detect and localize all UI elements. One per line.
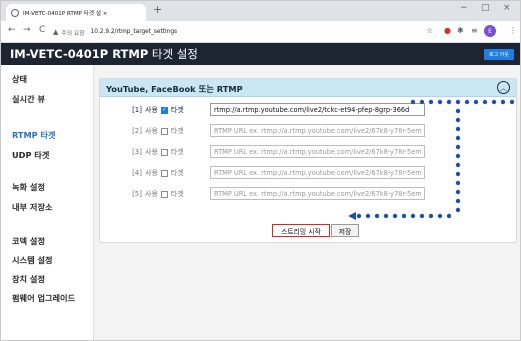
target-label: 타겟: [170, 148, 184, 156]
close-window-button[interactable]: ×: [503, 3, 511, 13]
start-streaming-button[interactable]: 스트리밍 시작: [272, 224, 330, 237]
url-text: 10.2.9.2/rtmp_target_settings: [90, 29, 178, 35]
star-icon[interactable]: ☆: [426, 26, 433, 35]
sidebar-item-firmware[interactable]: 펌웨어 업그레이드: [12, 292, 75, 304]
target-label: 타겟: [170, 169, 184, 177]
target-row-3: [3] 사용 타겟 RTMP URL ex. rtmp://a.rtmp.you…: [124, 145, 425, 159]
tab-title: IM-VETC-0401P RTMP 타겟 설 ×: [23, 10, 108, 17]
sidebar-item-udp-target[interactable]: UDP 타겟: [12, 149, 49, 161]
sidebar-item-codec[interactable]: 코덱 설정: [12, 235, 45, 247]
use-checkbox-3[interactable]: [160, 148, 168, 156]
url-omnibox[interactable]: ▲ 주의 요함 10.2.9.2/rtmp_target_settings: [53, 25, 433, 39]
use-checkbox-4[interactable]: [160, 169, 168, 177]
use-checkbox-2[interactable]: [160, 127, 168, 135]
row-index: [3]: [132, 148, 142, 156]
page-title: IM-VETC-0401P RTMP 타겟 설정: [10, 46, 198, 62]
sidebar-item-status[interactable]: 상태: [12, 73, 27, 85]
use-checkbox-1[interactable]: ✓: [160, 106, 168, 114]
browser-tab[interactable]: IM-VETC-0401P RTMP 타겟 설 ×: [6, 4, 146, 21]
forward-button[interactable]: →: [23, 25, 31, 35]
rtmp-target-panel: YouTube, FaceBook 또는 RTMP ︿ [1] 사용 ✓ 타겟 …: [99, 78, 517, 243]
more-menu-icon[interactable]: ⋮: [509, 26, 517, 35]
target-row-5: [5] 사용 타겟 RTMP URL ex. rtmp://a.rtmp.you…: [124, 187, 425, 201]
warning-icon: ▲: [53, 28, 59, 36]
panel-title: YouTube, FaceBook 또는 RTMP: [106, 84, 243, 94]
target-url-input-3[interactable]: RTMP URL ex. rtmp://a.rtmp.youtube.com/l…: [210, 145, 425, 158]
sidebar-item-system[interactable]: 시스템 설정: [12, 254, 53, 266]
address-bar: ← → C ▲ 주의 요함 10.2.9.2/rtmp_target_setti…: [1, 21, 520, 43]
target-label: 타겟: [170, 106, 184, 114]
target-label: 타겟: [170, 127, 184, 135]
save-button[interactable]: 저장: [331, 224, 359, 237]
profile-avatar[interactable]: E: [484, 25, 496, 37]
target-row-1: [1] 사용 ✓ 타겟 rtmp://a.rtmp.youtube.com/li…: [124, 103, 425, 117]
reload-button[interactable]: C: [39, 25, 45, 35]
target-url-input-1[interactable]: rtmp://a.rtmp.youtube.com/live2/tckc-et9…: [210, 103, 425, 116]
use-label: 사용: [145, 190, 158, 198]
title-rtmp: RTMP: [112, 47, 149, 61]
maximize-button[interactable]: □: [481, 3, 490, 13]
panel-header: YouTube, FaceBook 또는 RTMP ︿: [100, 79, 516, 97]
row-index: [1]: [132, 106, 142, 114]
target-row-4: [4] 사용 타겟 RTMP URL ex. rtmp://a.rtmp.you…: [124, 166, 425, 180]
row-index: [4]: [132, 169, 142, 177]
minimize-button[interactable]: −: [460, 3, 468, 13]
tab-strip: IM-VETC-0401P RTMP 타겟 설 × + − □ ×: [1, 1, 520, 21]
target-url-input-4[interactable]: RTMP URL ex. rtmp://a.rtmp.youtube.com/l…: [210, 166, 425, 179]
back-button[interactable]: ←: [8, 25, 16, 35]
target-url-input-2[interactable]: RTMP URL ex. rtmp://a.rtmp.youtube.com/l…: [210, 124, 425, 137]
target-url-input-5[interactable]: RTMP URL ex. rtmp://a.rtmp.youtube.com/l…: [210, 187, 425, 200]
sidebar-item-storage[interactable]: 내부 저장소: [12, 201, 53, 213]
target-label: 타겟: [170, 190, 184, 198]
use-label: 사용: [145, 127, 158, 135]
sidebar-item-live-view[interactable]: 실시간 뷰: [12, 93, 45, 105]
title-device: IM-VETC-0401P: [10, 47, 113, 61]
row-index: [5]: [132, 190, 142, 198]
sidebar-item-recording[interactable]: 녹화 설정: [12, 181, 45, 193]
target-row-2: [2] 사용 타겟 RTMP URL ex. rtmp://a.rtmp.you…: [124, 124, 425, 138]
row-index: [2]: [132, 127, 142, 135]
app-header: IM-VETC-0401P RTMP 타겟 설정: [1, 43, 520, 65]
use-label: 사용: [145, 106, 158, 114]
use-label: 사용: [145, 169, 158, 177]
sidebar: 상태 실시간 뷰 RTMP 타겟 UDP 타겟 녹화 설정 내부 저장소 코덱 …: [1, 65, 94, 340]
extensions-puzzle-icon[interactable]: ✱: [457, 26, 464, 35]
use-checkbox-5[interactable]: [160, 190, 168, 198]
chevron-up-icon[interactable]: ︿: [497, 81, 510, 94]
new-tab-button[interactable]: +: [153, 3, 162, 16]
sidebar-item-device[interactable]: 장치 설정: [12, 273, 45, 285]
title-suffix: 타겟 설정: [148, 47, 198, 61]
logout-button[interactable]: 로그 아웃: [484, 49, 514, 60]
globe-icon: [11, 8, 19, 17]
browser-window: IM-VETC-0401P RTMP 타겟 설 × + − □ × ← → C …: [0, 0, 521, 341]
extension-record-icon[interactable]: ●: [444, 26, 451, 35]
use-label: 사용: [145, 148, 158, 156]
main-content: YouTube, FaceBook 또는 RTMP ︿ [1] 사용 ✓ 타겟 …: [94, 65, 520, 340]
not-secure-label: 주의 요함: [61, 30, 85, 37]
reading-list-icon[interactable]: ≡: [471, 26, 478, 35]
sidebar-item-rtmp-target[interactable]: RTMP 타겟: [12, 129, 56, 141]
